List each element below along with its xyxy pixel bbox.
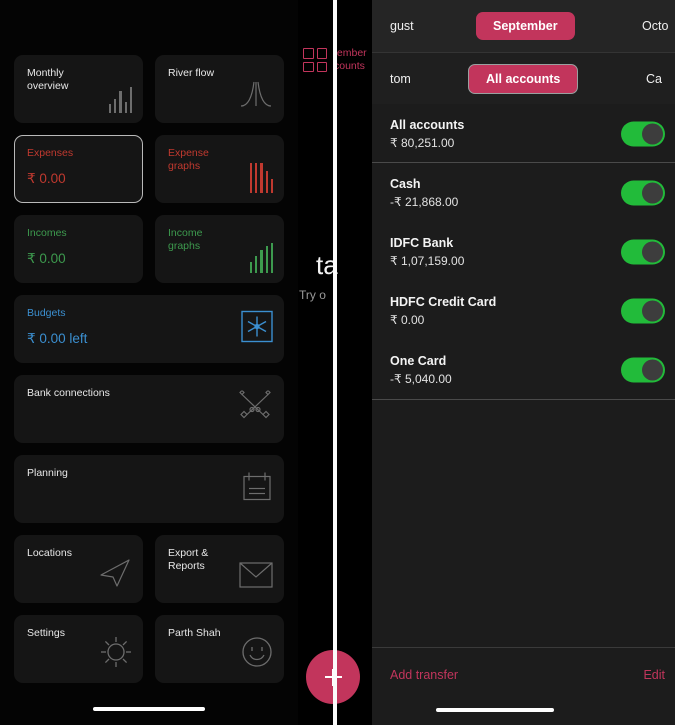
segment-month-selected[interactable]: September <box>476 12 575 40</box>
calendar-icon <box>241 471 273 508</box>
month-segmented-control: gust September Octo <box>372 0 675 52</box>
card-amount: ₹ 0.00 <box>27 251 66 266</box>
segment-month-next[interactable]: Octo <box>642 19 668 33</box>
card-title: Settings <box>27 627 65 639</box>
home-indicator-right <box>436 707 554 712</box>
toggle-knob <box>642 182 663 203</box>
home-indicator-left <box>93 706 205 711</box>
card-row: Budgets ₹ 0.00 left <box>14 295 284 363</box>
card-title: Monthly overview <box>27 67 69 92</box>
panel-divider <box>333 0 337 725</box>
background-pink-text-line1: tember <box>334 47 367 59</box>
grid-icon[interactable] <box>303 48 327 72</box>
card-title: Parth Shah <box>168 627 221 639</box>
card-budgets[interactable]: Budgets ₹ 0.00 left <box>14 295 284 363</box>
background-pink-text-line2: counts <box>334 60 365 72</box>
card-expense-graphs[interactable]: Expense graphs <box>155 135 284 203</box>
add-transfer-button[interactable]: Add transfer <box>390 668 458 682</box>
list-item[interactable]: Cash -₹ 21,868.00 <box>372 163 675 222</box>
budget-snowflake-icon <box>241 310 273 348</box>
toggle-knob <box>642 241 663 262</box>
card-title: Export & Reports <box>168 547 209 572</box>
card-locations[interactable]: Locations <box>14 535 143 603</box>
app-root: tember counts ta Try o Monthly overview <box>0 0 675 725</box>
segment-account-selected[interactable]: All accounts <box>468 63 579 94</box>
card-row: Expenses ₹ 0.00 Expense graphs <box>14 135 284 203</box>
card-expenses[interactable]: Expenses ₹ 0.00 <box>14 135 143 203</box>
card-row: Planning <box>14 455 284 523</box>
list-item[interactable]: All accounts ₹ 80,251.00 <box>372 104 675 163</box>
background-pink-text: tember counts <box>334 47 367 73</box>
toggle-knob <box>642 123 663 144</box>
edit-button[interactable]: Edit <box>643 668 665 682</box>
river-flow-icon <box>239 80 273 113</box>
card-income-graphs[interactable]: Income graphs <box>155 215 284 283</box>
card-row: Bank connections <box>14 375 284 443</box>
accounts-list: All accounts ₹ 80,251.00 Cash -₹ 21,868.… <box>372 104 675 400</box>
card-title: Locations <box>27 547 72 559</box>
card-planning[interactable]: Planning <box>14 455 284 523</box>
card-settings[interactable]: Settings <box>14 615 143 683</box>
card-row: Monthly overview River flow <box>14 55 284 123</box>
card-row: Settings Parth Shah <box>14 615 284 683</box>
account-toggle[interactable] <box>621 357 665 382</box>
card-monthly-overview[interactable]: Monthly overview <box>14 55 143 123</box>
list-item[interactable]: HDFC Credit Card ₹ 0.00 <box>372 281 675 340</box>
dashboard-card-grid: Monthly overview River flow Expenses ₹ 0… <box>14 55 284 695</box>
card-title: Budgets <box>27 307 66 319</box>
card-profile[interactable]: Parth Shah <box>155 615 284 683</box>
card-title: Incomes <box>27 227 67 239</box>
left-panel: Monthly overview River flow Expenses ₹ 0… <box>0 0 298 725</box>
background-sub-text: Try o <box>299 288 326 302</box>
segment-account-next[interactable]: Ca <box>646 72 662 86</box>
bar-chart-green-icon <box>250 243 273 273</box>
card-amount: ₹ 0.00 <box>27 171 66 186</box>
card-title: Expenses <box>27 147 74 159</box>
segment-account-prev[interactable]: tom <box>390 72 411 86</box>
toggle-knob <box>642 359 663 380</box>
list-item[interactable]: One Card -₹ 5,040.00 <box>372 340 675 399</box>
card-bank-connections[interactable]: Bank connections <box>14 375 284 443</box>
card-row: Incomes ₹ 0.00 Income graphs <box>14 215 284 283</box>
card-incomes[interactable]: Incomes ₹ 0.00 <box>14 215 143 283</box>
card-amount: ₹ 0.00 left <box>27 331 88 346</box>
account-toggle[interactable] <box>621 239 665 264</box>
card-river-flow[interactable]: River flow <box>155 55 284 123</box>
bar-chart-icon <box>109 87 132 113</box>
list-item[interactable]: IDFC Bank ₹ 1,07,159.00 <box>372 222 675 281</box>
bar-chart-red-icon <box>250 163 273 193</box>
card-title: Bank connections <box>27 387 110 399</box>
segment-month-prev[interactable]: gust <box>390 19 414 33</box>
smiley-face-icon <box>241 636 273 673</box>
card-row: Locations Export & Reports <box>14 535 284 603</box>
account-toggle[interactable] <box>621 298 665 323</box>
navigation-arrow-icon <box>98 558 132 593</box>
card-title: Planning <box>27 467 68 479</box>
account-segmented-control: tom All accounts Ca <box>372 52 675 104</box>
bottom-action-bar: Add transfer Edit <box>372 647 675 725</box>
card-title: Expense graphs <box>168 147 209 172</box>
envelope-icon <box>239 562 273 593</box>
card-export-reports[interactable]: Export & Reports <box>155 535 284 603</box>
toggle-knob <box>642 300 663 321</box>
gear-sun-icon <box>100 636 132 673</box>
right-panel: gust September Octo tom All accounts Ca … <box>372 0 675 725</box>
account-toggle[interactable] <box>621 180 665 205</box>
account-toggle[interactable] <box>621 121 665 146</box>
card-title: Income graphs <box>168 227 203 252</box>
crossed-keys-icon <box>237 389 273 428</box>
card-title: River flow <box>168 67 215 79</box>
list-end-separator <box>372 399 675 400</box>
